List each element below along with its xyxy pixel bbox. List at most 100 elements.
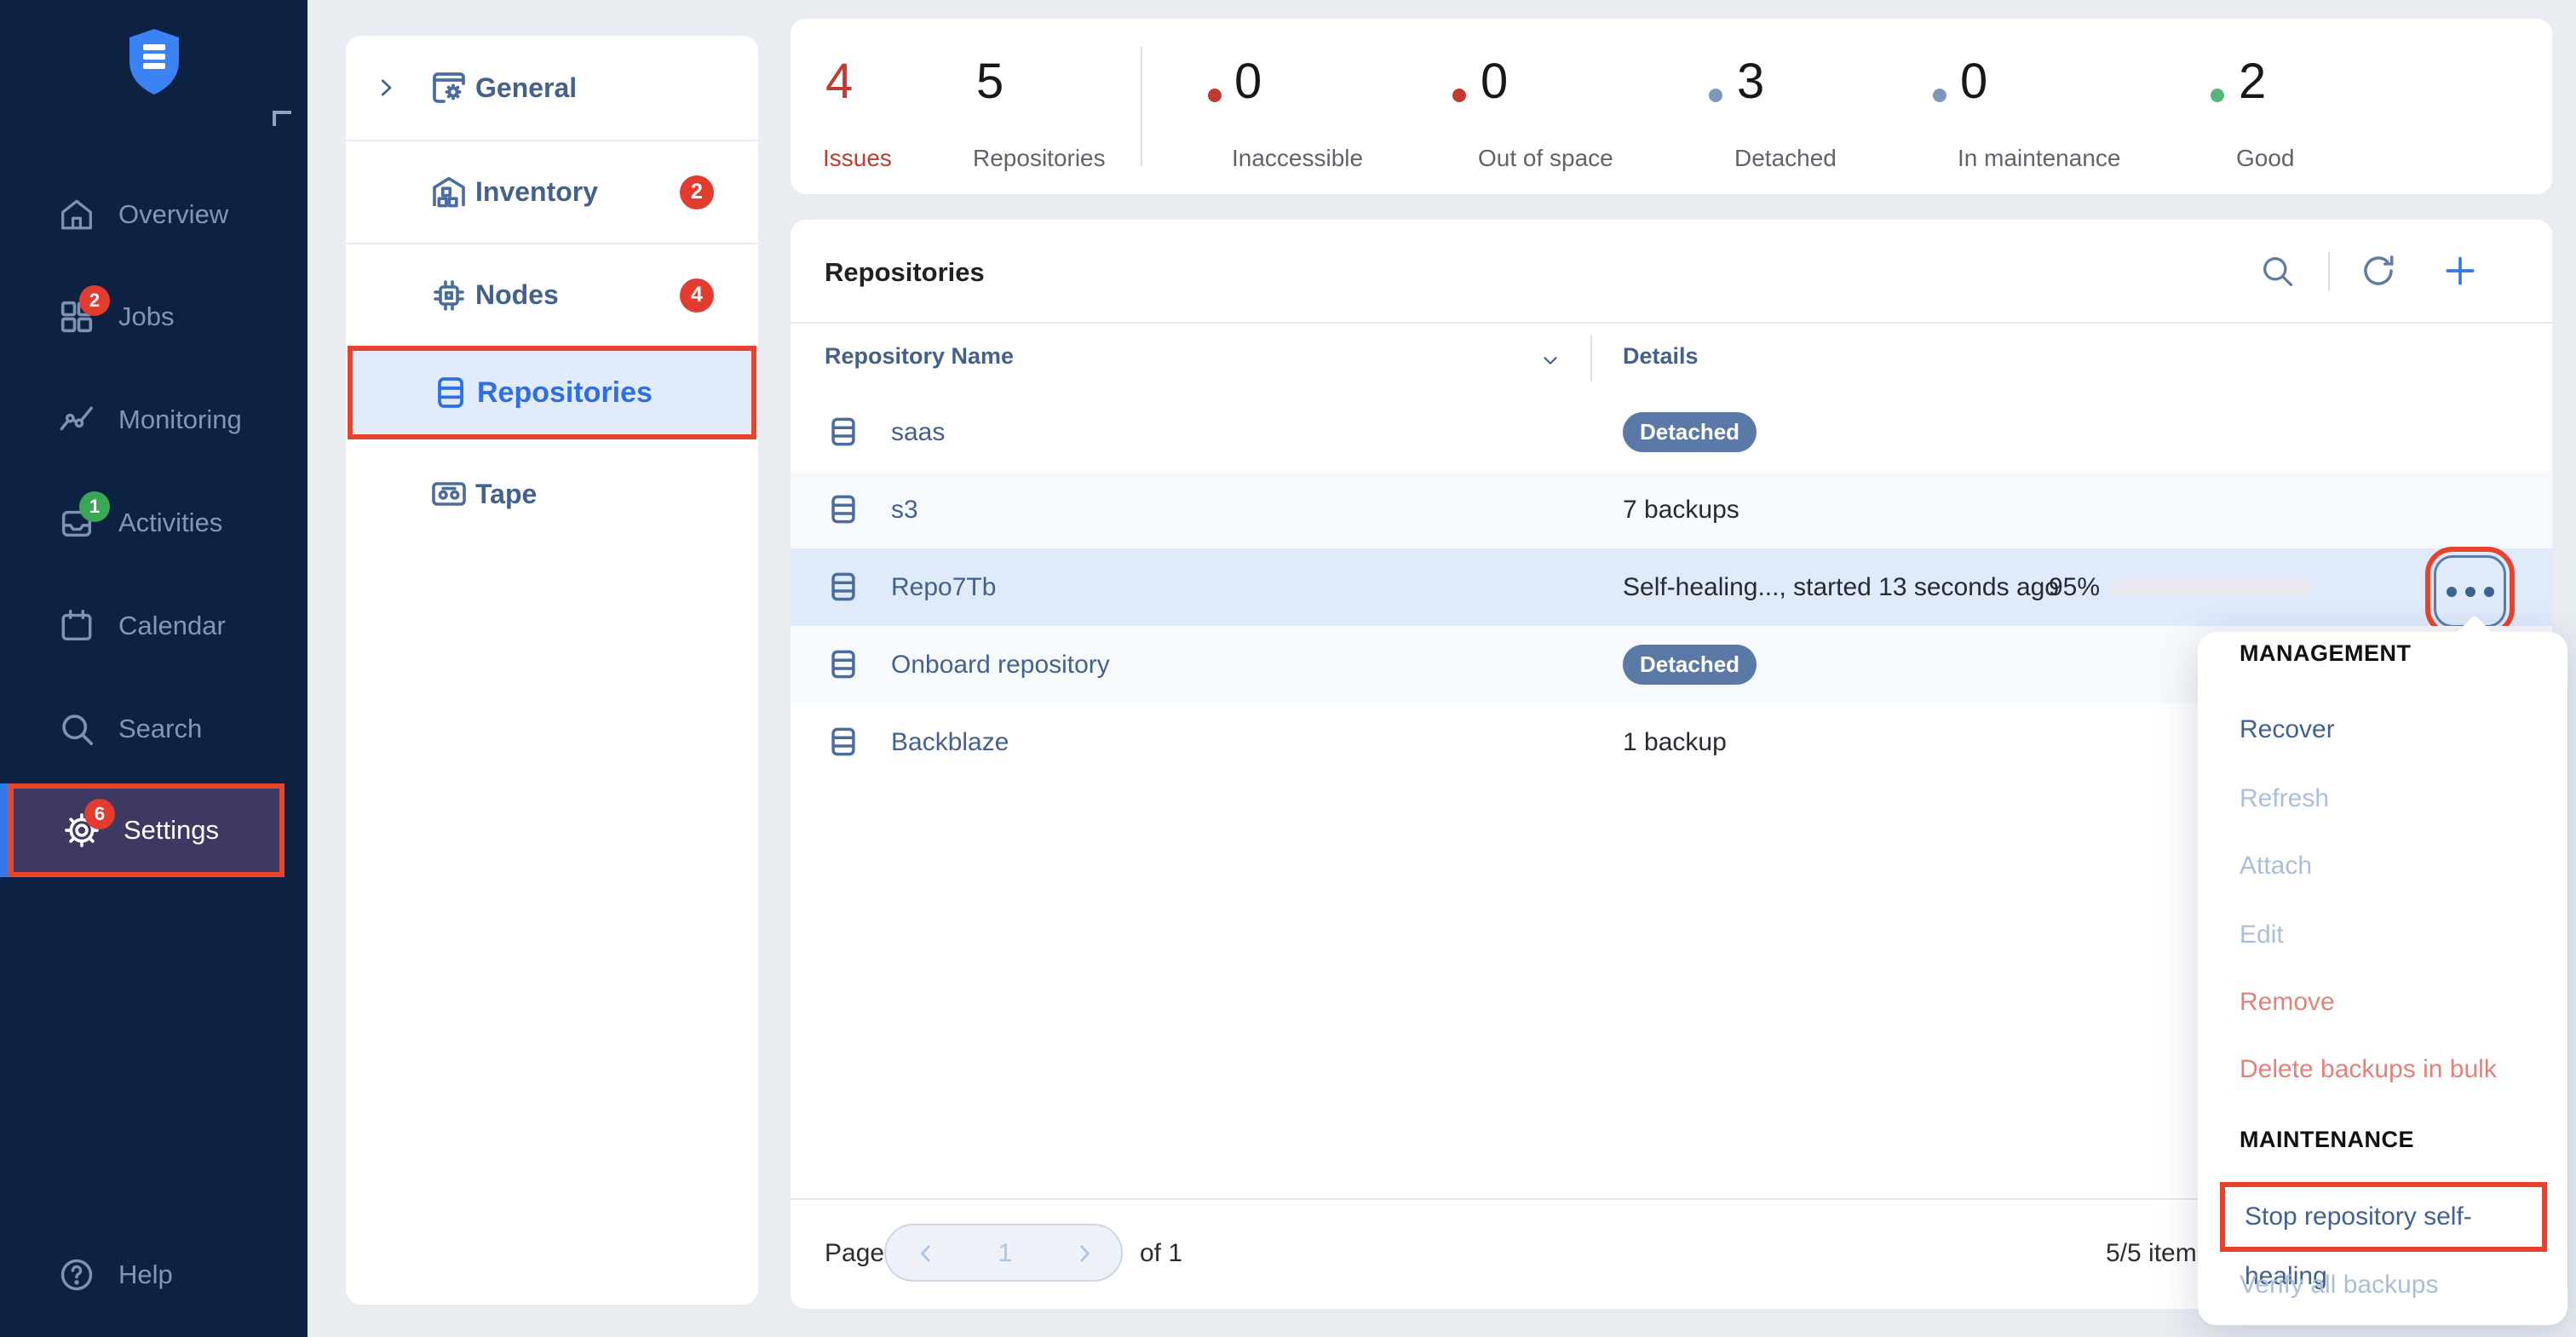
good-count: 2 — [2239, 53, 2266, 110]
database-icon — [825, 723, 862, 760]
repository-details: 1 backup — [1623, 728, 1727, 757]
menu-item-recover[interactable]: Recover — [2198, 696, 2567, 764]
inaccessible-label: Inaccessible — [1232, 145, 1363, 172]
items-count-label: 5/5 items — [2106, 1239, 2210, 1268]
jobs-grid-icon: 2 — [57, 297, 96, 336]
subnav-item-label: General — [475, 72, 577, 104]
repository-name: Onboard repository — [891, 651, 1110, 680]
tape-cassette-icon — [428, 473, 469, 514]
subnav-item-tape[interactable]: Tape — [346, 445, 758, 543]
sidebar-item-calendar[interactable]: Calendar — [0, 579, 308, 673]
sidebar-item-label: Settings — [124, 815, 219, 846]
subnav-item-label: Inventory — [475, 176, 598, 208]
refresh-icon[interactable] — [2360, 252, 2397, 290]
page-of-label: of 1 — [1140, 1239, 1182, 1268]
issues-label: Issues — [823, 145, 892, 172]
add-repository-icon[interactable] — [2441, 252, 2479, 290]
collapse-corner-icon[interactable] — [273, 111, 291, 126]
search-icon — [57, 709, 96, 749]
repositories-count: 5 — [976, 53, 1003, 110]
sidebar-item-settings[interactable]: 6 Settings — [9, 783, 285, 877]
menu-section-management: MANAGEMENT — [2240, 640, 2412, 667]
in-maintenance-count: 0 — [1960, 53, 1987, 110]
menu-item-refresh: Refresh — [2198, 765, 2567, 833]
row-actions-ellipsis-button[interactable] — [2434, 555, 2506, 628]
page-label: Page — [825, 1239, 884, 1268]
sidebar-item-label: Jobs — [118, 301, 174, 332]
subnav-item-label: Tape — [475, 479, 537, 510]
menu-item-remove[interactable]: Remove — [2198, 968, 2567, 1036]
app-sidebar: Overview 2 Jobs Monitoring 1 Activ — [0, 0, 308, 1337]
inaccessible-count: 0 — [1234, 53, 1262, 110]
inventory-warehouse-icon — [428, 172, 469, 213]
help-question-icon — [57, 1255, 96, 1294]
repository-name: s3 — [891, 496, 918, 525]
sidebar-item-search[interactable]: Search — [0, 682, 308, 776]
menu-item-attach: Attach — [2198, 832, 2567, 900]
menu-section-maintenance: MAINTENANCE — [2240, 1127, 2414, 1153]
pagination-control: 1 — [884, 1224, 1123, 1282]
sidebar-item-help[interactable]: Help — [0, 1228, 308, 1322]
search-icon[interactable] — [2258, 252, 2296, 290]
detached-label: Detached — [1734, 145, 1837, 172]
database-icon — [825, 568, 862, 605]
inventory-badge: 2 — [680, 175, 714, 209]
issues-count: 4 — [825, 53, 853, 110]
status-badge-detached: Detached — [1623, 412, 1757, 452]
subnav-item-repositories[interactable]: Repositories — [348, 346, 756, 439]
menu-item-delete-backups-in-bulk[interactable]: Delete backups in bulk — [2198, 1036, 2567, 1104]
sidebar-item-activities[interactable]: 1 Activities — [0, 476, 308, 570]
detached-count: 3 — [1737, 53, 1764, 110]
self-healing-progress-bar — [2108, 579, 2310, 596]
panel-title: Repositories — [825, 257, 985, 288]
nodes-chip-icon — [428, 275, 469, 316]
sidebar-item-label: Search — [118, 714, 202, 744]
menu-item-stop-repository-self-healing[interactable]: Stop repository self-healing — [2220, 1182, 2547, 1252]
column-header-repository-name[interactable]: Repository Name — [825, 343, 1014, 370]
sort-chevron-down-icon[interactable] — [1539, 349, 1561, 371]
good-status-dot — [2211, 89, 2224, 102]
column-header-details[interactable]: Details — [1623, 343, 1699, 370]
subnav-item-label: Nodes — [475, 279, 559, 311]
sidebar-item-label: Activities — [118, 508, 222, 538]
database-icon — [825, 491, 862, 528]
detached-status-dot — [1709, 89, 1722, 102]
database-icon — [825, 413, 862, 450]
general-gear-window-icon — [428, 67, 469, 108]
sidebar-item-jobs[interactable]: 2 Jobs — [0, 270, 308, 364]
next-page-icon[interactable] — [1072, 1241, 1097, 1266]
settings-subnav: General Inventory 2 Nodes 4 Repositories — [346, 36, 758, 1305]
repository-name: Repo7Tb — [891, 573, 996, 602]
subnav-item-nodes[interactable]: Nodes 4 — [346, 244, 758, 346]
table-row-repo7tb[interactable]: Repo7Tb Self-healing..., started 13 seco… — [791, 548, 2552, 626]
in-maintenance-label: In maintenance — [1958, 145, 2120, 172]
chevron-right-icon[interactable] — [373, 75, 399, 100]
menu-item-verify-all-backups: Verify all backups — [2198, 1251, 2567, 1319]
sidebar-item-label: Monitoring — [118, 405, 242, 435]
out-of-space-count: 0 — [1481, 53, 1508, 110]
home-icon — [57, 195, 96, 234]
activities-badge: 1 — [79, 491, 110, 522]
app-logo-shield-icon — [124, 27, 184, 97]
table-row-saas[interactable]: saas Detached — [791, 393, 2552, 471]
inaccessible-status-dot — [1208, 89, 1222, 102]
subnav-item-general[interactable]: General — [346, 36, 758, 140]
in-maintenance-status-dot — [1933, 89, 1946, 102]
repository-context-menu: MANAGEMENT Recover Refresh Attach Edit R… — [2198, 632, 2567, 1325]
subnav-item-inventory[interactable]: Inventory 2 — [346, 141, 758, 243]
out-of-space-status-dot — [1452, 89, 1466, 102]
good-label: Good — [2236, 145, 2295, 172]
sidebar-item-monitoring[interactable]: Monitoring — [0, 373, 308, 467]
monitoring-pulse-icon — [57, 400, 96, 439]
table-row-s3[interactable]: s3 7 backups — [791, 471, 2552, 548]
database-icon — [430, 372, 471, 413]
repositories-summary-bar: 4 Issues 5 Repositories 0 Inaccessible 0… — [791, 19, 2552, 194]
calendar-icon — [57, 606, 96, 646]
menu-item-edit: Edit — [2198, 901, 2567, 969]
settings-badge: 6 — [84, 799, 115, 829]
nodes-badge: 4 — [680, 278, 714, 313]
status-badge-detached: Detached — [1623, 645, 1757, 685]
sidebar-item-label: Overview — [118, 199, 228, 230]
settings-active-indicator — [0, 783, 9, 877]
sidebar-item-overview[interactable]: Overview — [0, 168, 308, 261]
